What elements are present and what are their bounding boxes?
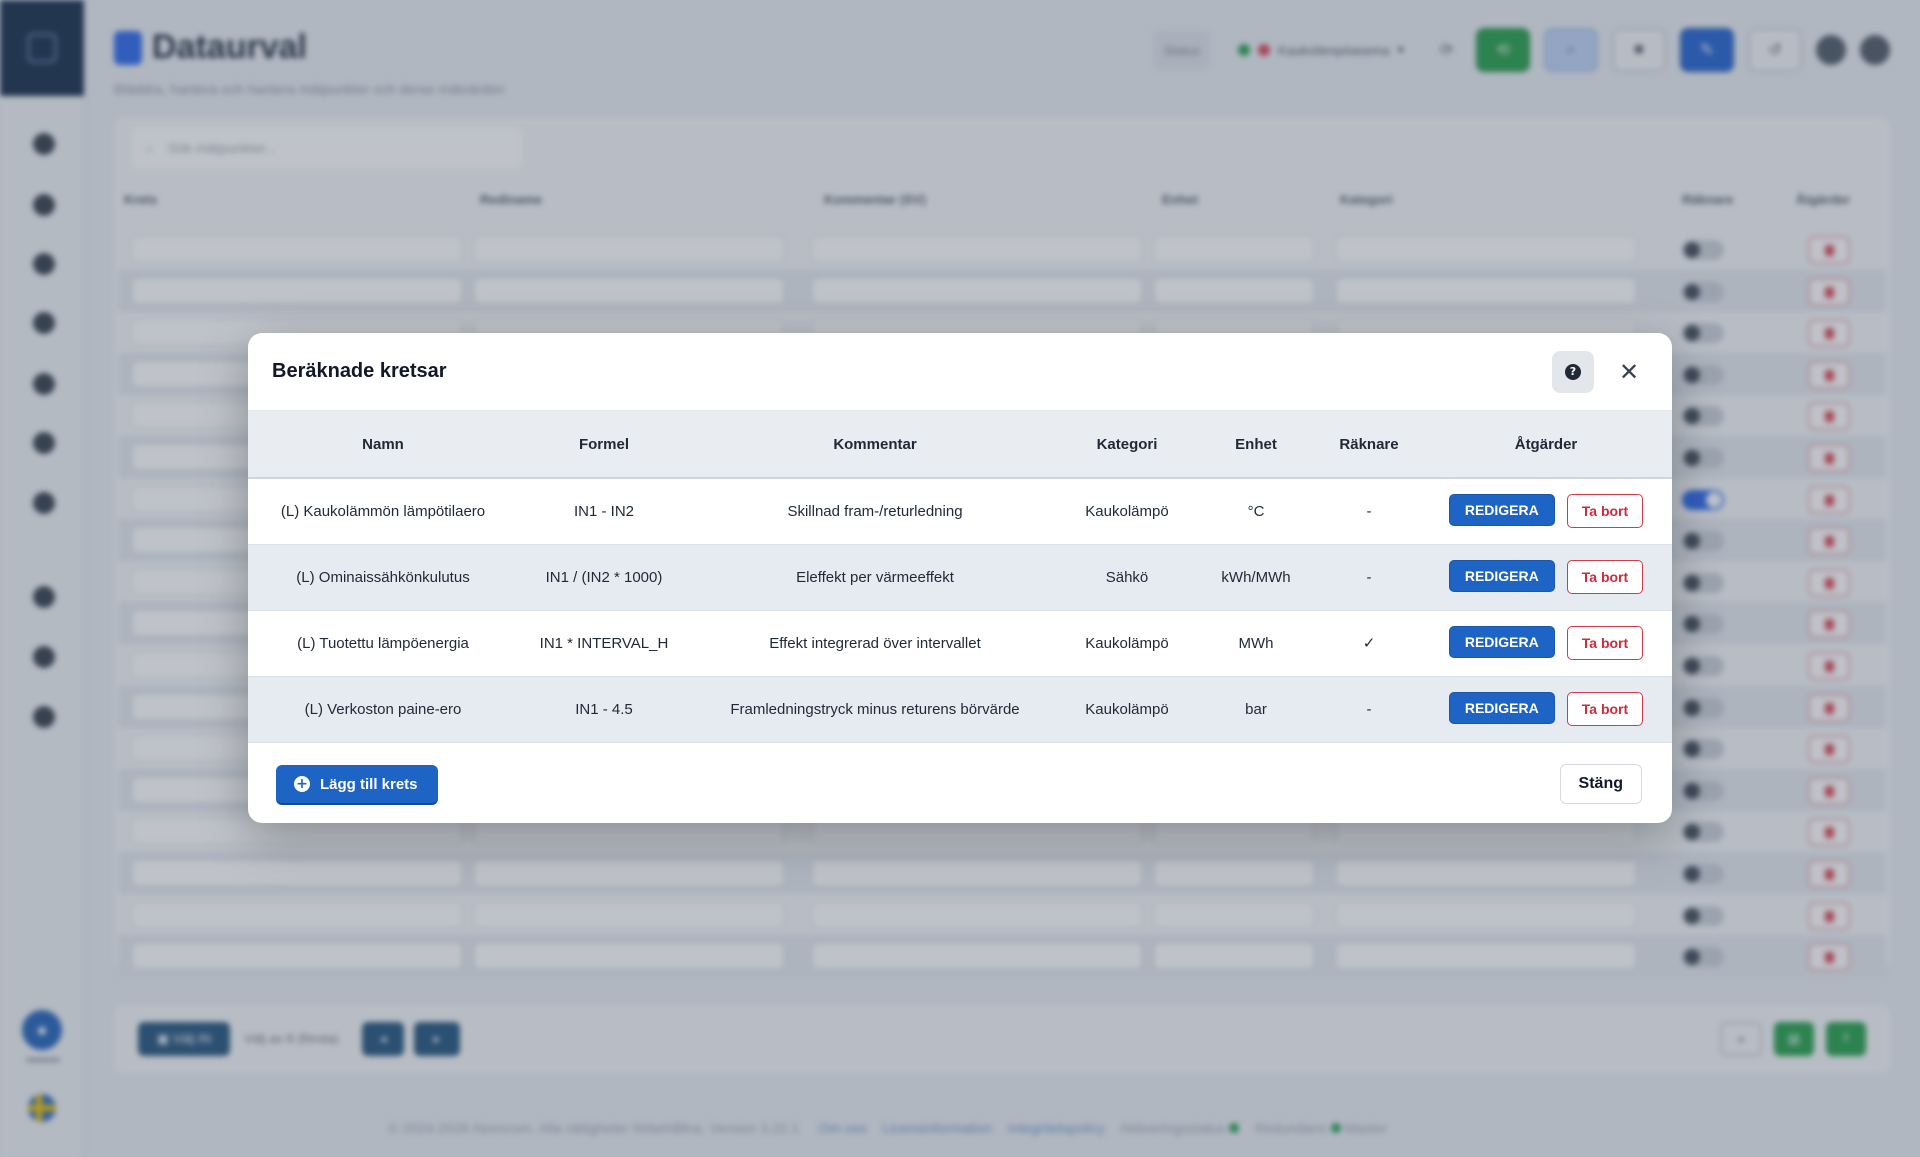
cell-category: Sähkö [1060, 544, 1194, 611]
column-header-counter: Räknare [1318, 411, 1420, 479]
table-row: (L) Verkoston paine-ero IN1 - 4.5 Framledn… [248, 676, 1672, 743]
table-row: (L) Ominaissähkönkulutus IN1 / (IN2 * 100… [248, 544, 1672, 611]
cell-unit: °C [1194, 478, 1318, 545]
cell-counter: - [1318, 544, 1420, 611]
delete-button[interactable]: Ta bort [1566, 494, 1644, 529]
column-header-category: Kategori [1060, 411, 1194, 479]
column-header-name: Namn [248, 411, 518, 479]
cell-comment: Skillnad fram-/returledning [690, 478, 1060, 545]
circuits-table: Namn Formel Kommentar Kategori Enhet Räknare Å… [248, 411, 1672, 743]
delete-button[interactable]: Ta bort [1566, 560, 1644, 594]
dialog-header: Beräknade kretsar ? ✕ [248, 333, 1672, 411]
cell-actions: REDIGERA Ta bort [1420, 544, 1672, 611]
cell-name: (L) Tuotettu lämpöenergia [248, 610, 518, 677]
table-row: (L) Tuotettu lämpöenergia IN1 * INTERVAL_… [248, 610, 1672, 677]
column-header-formula: Formel [518, 411, 690, 479]
column-header-actions: Åtgärder [1420, 411, 1672, 479]
cell-formula: IN1 - 4.5 [518, 676, 690, 743]
cell-name: (L) Kaukolämmön lämpötilaero [248, 478, 518, 545]
add-circuit-button[interactable]: + Lägg till krets [276, 765, 438, 803]
table-body: (L) Kaukolämmön lämpötilaero IN1 - IN2 Ski… [248, 478, 1672, 743]
cell-comment: Effekt integrerad över intervallet [690, 610, 1060, 677]
calculated-circuits-dialog: Beräknade kretsar ? ✕ Namn Formel Kommenta… [248, 333, 1672, 823]
cell-formula: IN1 - IN2 [518, 478, 690, 545]
close-icon[interactable]: ✕ [1616, 359, 1642, 385]
delete-button[interactable]: Ta bort [1566, 626, 1644, 660]
plus-circle-icon: + [294, 776, 310, 792]
cell-unit: bar [1194, 676, 1318, 743]
add-circuit-label: Lägg till krets [320, 775, 418, 793]
cell-name: (L) Ominaissähkönkulutus [248, 544, 518, 611]
column-header-unit: Enhet [1194, 411, 1318, 479]
cell-comment: Eleffekt per värmeeffekt [690, 544, 1060, 611]
edit-button[interactable]: REDIGERA [1448, 692, 1555, 724]
cell-actions: REDIGERA Ta bort [1420, 478, 1672, 545]
cell-formula: IN1 * INTERVAL_H [518, 610, 690, 677]
table-row: (L) Kaukolämmön lämpötilaero IN1 - IN2 Ski… [248, 478, 1672, 545]
edit-button[interactable]: REDIGERA [1448, 494, 1555, 527]
cell-counter: ✓ [1318, 610, 1420, 677]
column-header-comment: Kommentar [690, 411, 1060, 479]
cell-counter: - [1318, 676, 1420, 743]
delete-button[interactable]: Ta bort [1566, 692, 1644, 726]
cell-counter: - [1318, 478, 1420, 545]
close-button[interactable]: Stäng [1559, 764, 1642, 804]
question-icon: ? [1565, 363, 1581, 380]
cell-category: Kaukolämpö [1060, 676, 1194, 743]
cell-comment: Framledningstryck minus returens börvärd… [690, 676, 1060, 743]
help-button[interactable]: ? [1552, 350, 1594, 393]
cell-actions: REDIGERA Ta bort [1420, 676, 1672, 743]
table-header-row: Namn Formel Kommentar Kategori Enhet Räknare Å… [248, 411, 1672, 479]
edit-button[interactable]: REDIGERA [1448, 626, 1555, 658]
cell-category: Kaukolämpö [1060, 610, 1194, 677]
dialog-title: Beräknade kretsar [272, 360, 447, 382]
cell-category: Kaukolämpö [1060, 478, 1194, 545]
edit-button[interactable]: REDIGERA [1448, 560, 1555, 592]
cell-name: (L) Verkoston paine-ero [248, 676, 518, 743]
cell-unit: MWh [1194, 610, 1318, 677]
cell-formula: IN1 / (IN2 * 1000) [518, 544, 690, 611]
cell-unit: kWh/MWh [1194, 544, 1318, 611]
dialog-footer: + Lägg till krets Stäng [248, 745, 1672, 823]
cell-actions: REDIGERA Ta bort [1420, 610, 1672, 677]
